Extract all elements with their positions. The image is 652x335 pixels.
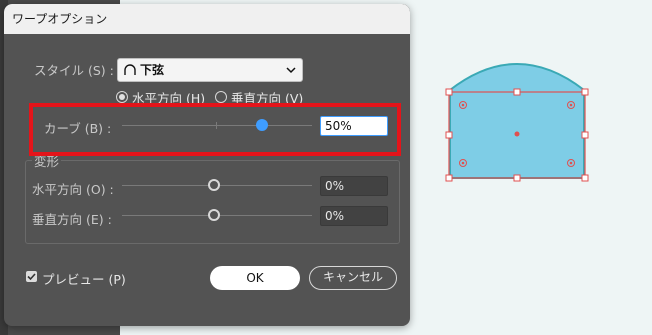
vertical-distort-knob[interactable]: [208, 209, 220, 221]
highlight-box: [29, 103, 401, 156]
chevron-down-icon: [286, 67, 296, 74]
style-dropdown[interactable]: 下弦: [117, 58, 303, 82]
warp-options-dialog: ワープオプション スタイル (S) : 下弦 水平方向 (H) 垂直方向 (V)…: [4, 4, 410, 326]
horizontal-distort-label: 水平方向 (O) :: [32, 182, 114, 197]
dialog-title: ワープオプション: [4, 4, 410, 34]
vertical-radio[interactable]: [215, 91, 227, 103]
vertical-distort-input[interactable]: 0%: [320, 206, 388, 226]
vertical-distort-label: 垂直方向 (E) :: [32, 212, 112, 227]
cancel-button[interactable]: キャンセル: [309, 266, 397, 290]
horizontal-distort-input[interactable]: 0%: [320, 176, 388, 196]
check-icon: [27, 273, 36, 281]
warped-shape-preview[interactable]: [440, 60, 600, 190]
ok-button[interactable]: OK: [210, 266, 300, 290]
distortion-group: [25, 160, 400, 244]
horizontal-radio[interactable]: [116, 91, 128, 103]
horizontal-distort-knob[interactable]: [208, 179, 220, 191]
preview-label: プレビュー (P): [42, 272, 126, 287]
style-label: スタイル (S) :: [34, 63, 114, 78]
preview-checkbox[interactable]: [26, 271, 37, 282]
style-value: 下弦: [140, 63, 165, 77]
lower-arc-icon: [124, 64, 136, 75]
